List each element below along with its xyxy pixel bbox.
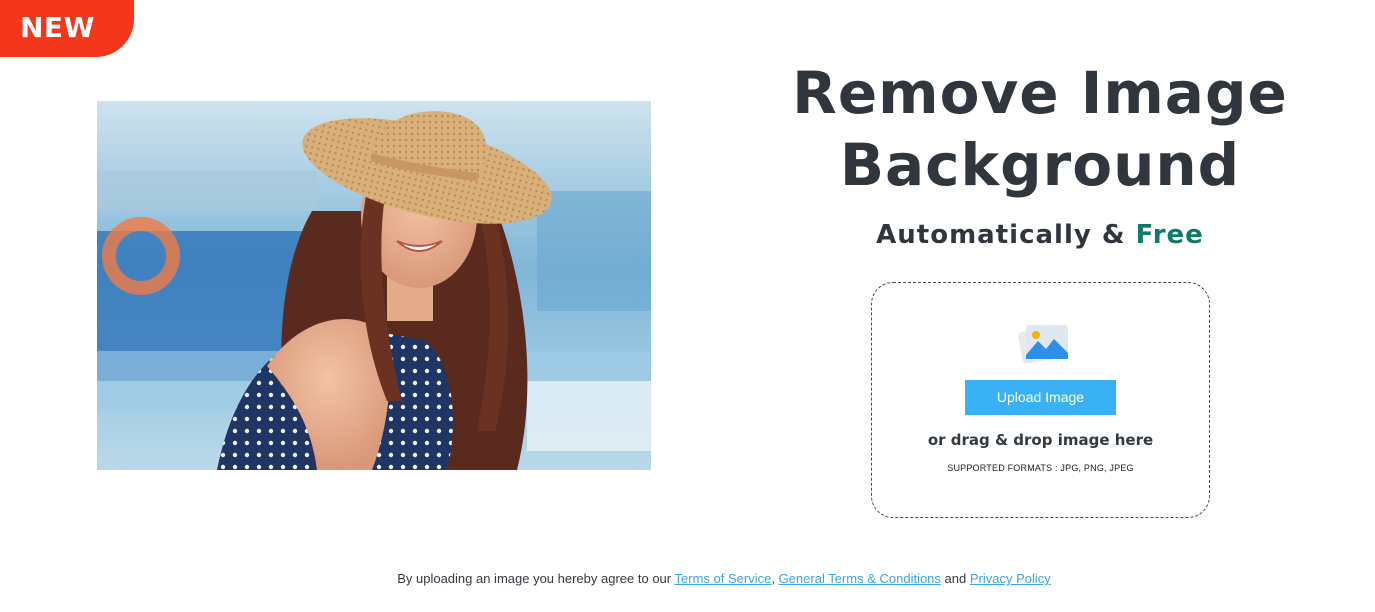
terms-of-service-link[interactable]: Terms of Service: [675, 571, 772, 586]
page-title: Remove Image Background: [740, 57, 1340, 201]
upload-image-button[interactable]: Upload Image: [965, 380, 1116, 415]
page: NEW Remove Image Background Automaticall…: [0, 0, 1375, 612]
general-terms-link[interactable]: General Terms & Conditions: [779, 571, 941, 586]
subtitle-ampersand: &: [1101, 220, 1126, 250]
legal-notice-prefix: By uploading an image you hereby agree t…: [397, 571, 672, 586]
new-badge-label: NEW: [20, 11, 95, 44]
legal-sep: ,: [771, 571, 775, 586]
subtitle-free: Free: [1135, 220, 1204, 250]
legal-and: and: [944, 571, 967, 586]
page-subtitle: Automatically & Free: [740, 214, 1340, 256]
image-icon: [1018, 321, 1070, 371]
page-title-line2: Background: [839, 131, 1241, 199]
new-badge: NEW: [0, 0, 134, 57]
upload-dropzone[interactable]: Upload Image or drag & drop image here S…: [871, 282, 1210, 518]
supported-formats: SUPPORTED FORMATS : JPG, PNG, JPEG: [947, 463, 1134, 473]
privacy-policy-link[interactable]: Privacy Policy: [970, 571, 1051, 586]
legal-notice: By uploading an image you hereby agree t…: [0, 571, 1375, 586]
hero-sample-photo: [97, 101, 651, 470]
subtitle-automatically: Automatically: [876, 220, 1092, 250]
page-title-line1: Remove Image: [792, 59, 1288, 127]
drag-drop-hint: or drag & drop image here: [927, 431, 1154, 449]
